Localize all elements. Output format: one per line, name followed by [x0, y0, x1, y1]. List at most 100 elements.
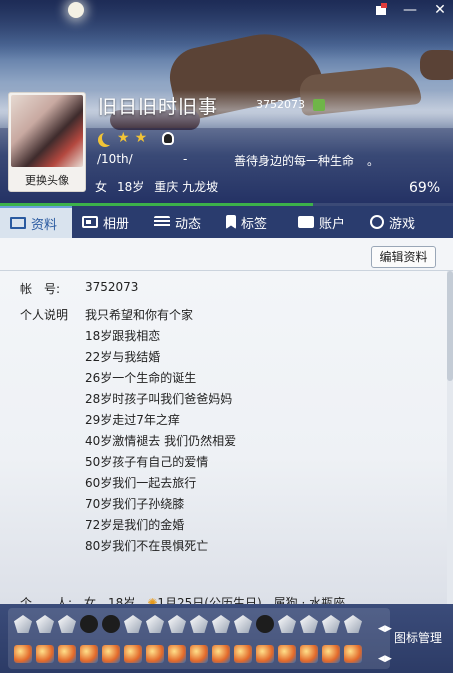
diamond-icon[interactable]: [278, 615, 296, 633]
bird-icon[interactable]: [234, 615, 252, 633]
app-icon[interactable]: [36, 645, 54, 663]
tab-profile[interactable]: 资料: [0, 206, 72, 238]
bio-line: 我只希望和你有个家: [85, 308, 194, 322]
qq-number: 3752073: [256, 98, 305, 111]
bio-line: 80岁我们不在畏惧死亡: [85, 539, 209, 553]
app-icon[interactable]: [14, 645, 32, 663]
personal-label: 个 人:: [20, 596, 73, 604]
avatar-card[interactable]: 更换头像: [8, 92, 86, 192]
app-icon[interactable]: [212, 645, 230, 663]
bio-line: 28岁时孩子叫我们爸爸妈妈: [85, 392, 233, 406]
diamond-icon[interactable]: [58, 615, 76, 633]
star-icon: ★: [134, 130, 148, 146]
scrollbar-thumb[interactable]: [447, 271, 453, 381]
app-icon[interactable]: [124, 645, 142, 663]
tab-label: 账户: [319, 216, 346, 232]
diamond-icon[interactable]: [344, 615, 362, 633]
diamond-icon[interactable]: [300, 615, 318, 633]
tab-label: 动态: [175, 216, 202, 232]
vip-penguin-icon[interactable]: [256, 615, 274, 633]
bio-line: 60岁我们一起去旅行: [85, 476, 197, 490]
level-badges[interactable]: ★ ★: [98, 130, 175, 146]
diamond-icon[interactable]: [14, 615, 32, 633]
account-value: 3752073: [85, 280, 139, 294]
tab-games[interactable]: 游戏: [360, 206, 432, 238]
app-icon[interactable]: [278, 645, 296, 663]
diamond-icon[interactable]: [168, 615, 186, 633]
app-icon[interactable]: [190, 645, 208, 663]
birthday: ✺1月25日(公历生日): [147, 594, 261, 604]
bio-line: 18岁跟我相恋: [85, 329, 161, 343]
app-icon[interactable]: [168, 645, 186, 663]
tab-label: 游戏: [389, 216, 416, 232]
signature-part: 。: [367, 154, 380, 168]
icon-panel: ◀▶ ◀▶: [8, 608, 392, 669]
tab-tags[interactable]: 标签: [216, 206, 288, 238]
star-app-icon[interactable]: [80, 645, 98, 663]
bio-line: 40岁激情褪去 我们仍然相爱: [85, 434, 237, 448]
personal-info-row: 个 人: 女 18岁 ✺1月25日(公历生日) 属狗 · 水瓶座: [20, 594, 345, 604]
tab-label: 标签: [241, 216, 268, 232]
icon-bar: ◀▶ ◀▶ 图标管理: [0, 604, 453, 673]
profile-details: 编辑资料 帐 号: 3752073 个人说明 我只希望和你有个家 18岁跟我相恋…: [0, 238, 453, 604]
profile-banner: — ✕ 更换头像 旧日旧时旧事 3752073 ★ ★ /10th/ - 善待身…: [0, 0, 453, 206]
diamond-icon[interactable]: [36, 615, 54, 633]
avatar[interactable]: [11, 95, 83, 167]
minimize-button[interactable]: —: [400, 2, 420, 18]
qq-show-icon[interactable]: [102, 615, 120, 633]
sun-icon: ✺: [147, 596, 158, 604]
diamond-icon[interactable]: [212, 615, 230, 633]
app-icon[interactable]: [102, 645, 120, 663]
page-arrows-icon[interactable]: ◀▶: [378, 624, 392, 634]
bio-line: 70岁我们子孙绕膝: [85, 497, 185, 511]
app-icon[interactable]: [344, 645, 362, 663]
signature-part: /10th/: [97, 152, 133, 166]
gender: 女: [95, 180, 108, 194]
tag-icon: [226, 215, 236, 229]
app-icon[interactable]: [300, 645, 318, 663]
signature-part: 善待身边的每一种生命: [234, 154, 355, 168]
app-icon[interactable]: [234, 645, 252, 663]
zodiac: 属狗 · 水瓶座: [273, 596, 346, 604]
edit-profile-button[interactable]: 编辑资料: [371, 246, 436, 268]
diamond-icon[interactable]: [190, 615, 208, 633]
scrollbar[interactable]: [447, 271, 453, 604]
change-avatar-link[interactable]: 更换头像: [11, 172, 83, 188]
photo-icon: [82, 216, 98, 228]
feed-icon: [154, 216, 170, 228]
penguin-icon[interactable]: [80, 615, 98, 633]
icon-manager-button[interactable]: 图标管理: [394, 629, 442, 646]
mail-icon[interactable]: [256, 645, 274, 663]
page-arrows-icon[interactable]: ◀▶: [378, 654, 392, 664]
diamond-icon[interactable]: [124, 615, 142, 633]
personal-gender-age: 女 18岁: [84, 596, 136, 604]
tab-album[interactable]: 相册: [72, 206, 144, 238]
diamond-icon[interactable]: [322, 615, 340, 633]
account-label: 帐 号:: [20, 282, 61, 296]
skin-icon[interactable]: [372, 2, 392, 18]
icon-row-bottom: [14, 645, 362, 663]
app-icon[interactable]: [58, 645, 76, 663]
app-icon[interactable]: [146, 645, 164, 663]
diamond-icon[interactable]: [146, 615, 164, 633]
moon-icon: [102, 131, 116, 145]
vip-icon[interactable]: [313, 99, 325, 111]
app-icon[interactable]: [322, 645, 340, 663]
close-button[interactable]: ✕: [430, 2, 450, 18]
nickname: 旧日旧时旧事: [98, 96, 219, 118]
age: 18岁: [117, 180, 145, 194]
rock-decoration: [420, 50, 453, 80]
wallet-icon: [298, 216, 314, 228]
bio-line: 22岁与我结婚: [85, 350, 161, 364]
icon-row-top: [14, 615, 362, 633]
penguin-icon[interactable]: [162, 131, 175, 145]
basic-info: 女 18岁 重庆 九龙坡: [95, 178, 218, 195]
star-icon: ★: [117, 130, 130, 146]
profile-completion: 69%: [409, 180, 441, 196]
details-toolbar: 编辑资料: [0, 238, 453, 271]
tab-feed[interactable]: 动态: [144, 206, 216, 238]
tab-account[interactable]: 账户: [288, 206, 360, 238]
tab-label: 资料: [31, 217, 58, 233]
id-card-icon: [10, 217, 26, 229]
tab-bar: 资料 相册 动态 标签 账户 游戏: [0, 206, 453, 238]
